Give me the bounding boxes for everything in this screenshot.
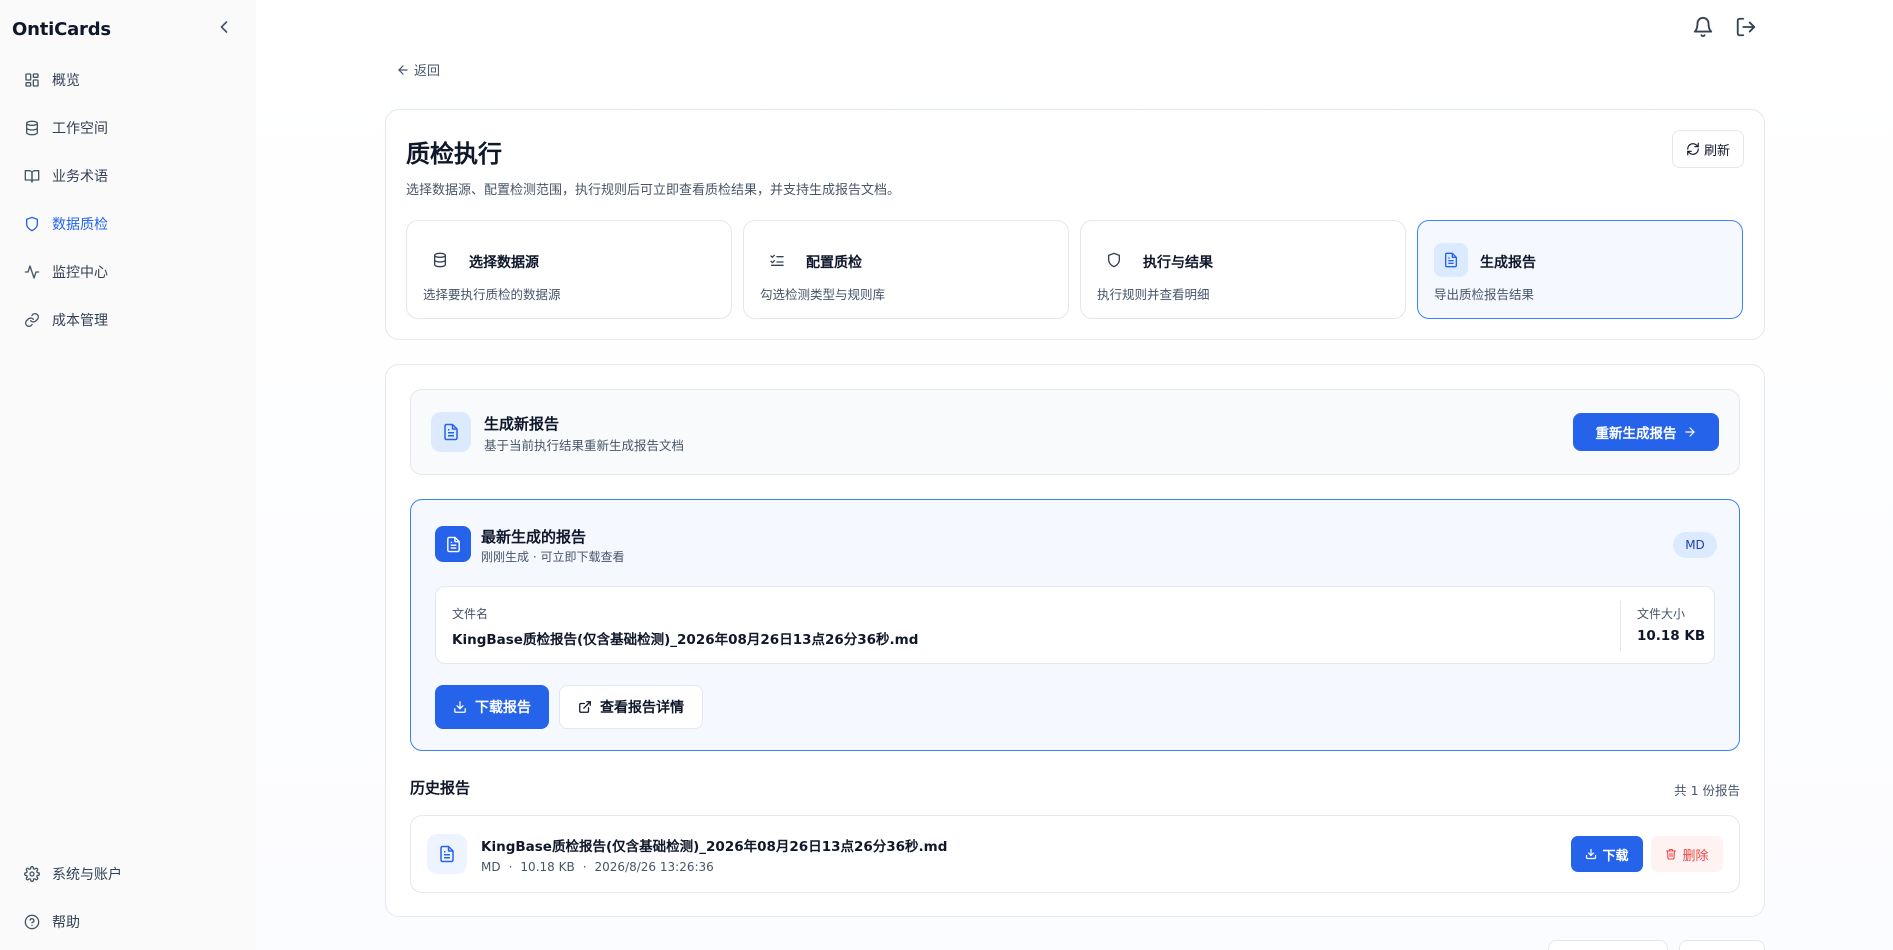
step-title: 选择数据源 [469,255,539,271]
history-time: 2026/8/26 13:26:36 [594,860,714,874]
file-text-icon [427,834,467,874]
step-select-source[interactable]: 选择数据源 选择要执行质检的数据源 [406,220,732,319]
regenerate-report-button[interactable]: 重新生成报告 [1573,413,1719,451]
sidebar-item-glossary[interactable]: 业务术语 [12,156,244,196]
download-report-button[interactable]: 下载报告 [435,685,549,729]
help-icon [24,914,40,930]
footer-button-partial[interactable] [1548,940,1668,950]
step-title: 生成报告 [1480,255,1536,271]
trash-icon [1666,848,1677,860]
sidebar-item-label: 监控中心 [52,265,108,281]
grid-icon [24,72,40,88]
activity-icon [24,264,40,280]
history-delete-label: 删除 [1682,848,1709,864]
history-size: 10.18 KB [520,860,575,874]
page-description: 选择数据源、配置检测范围，执行规则后可立即查看质检结果，并支持生成报告文档。 [406,183,901,198]
step-description: 选择要执行质检的数据源 [423,287,561,302]
history-title: 历史报告 [410,779,471,797]
step-description: 执行规则并查看明细 [1097,287,1210,302]
sidebar-item-overview[interactable]: 概览 [12,60,244,100]
step-generate-report[interactable]: 生成报告 导出质检报告结果 [1417,220,1743,319]
sidebar-item-cost[interactable]: 成本管理 [12,300,244,340]
list-check-icon [760,243,794,277]
brand-logo: OntiCards [12,19,111,40]
history-filename: KingBase质检报告(仅含基础检测)_2026年08月26日13点26分36… [481,839,948,855]
step-title: 配置质检 [806,255,862,271]
sidebar-item-help[interactable]: 帮助 [12,902,244,942]
sidebar-item-label: 工作空间 [52,121,108,137]
divider [1620,601,1621,651]
history-count: 共 1 份报告 [1674,783,1740,798]
link-icon [24,312,40,328]
gear-icon [24,866,40,882]
filename-label: 文件名 [452,607,489,621]
step-execute[interactable]: 执行与结果 执行规则并查看明细 [1080,220,1406,319]
sidebar-item-label: 业务术语 [52,169,108,185]
back-link[interactable]: 返回 [396,60,440,79]
sidebar-item-monitoring[interactable]: 监控中心 [12,252,244,292]
generate-report-panel: 生成新报告 基于当前执行结果重新生成报告文档 重新生成报告 [410,389,1740,475]
page-title: 质检执行 [406,140,502,168]
download-label: 下载报告 [475,700,531,716]
history-delete-button[interactable]: 删除 [1651,836,1723,872]
sidebar-item-label: 帮助 [52,915,80,931]
refresh-label: 刷新 [1703,143,1730,159]
latest-report-subtitle: 刚刚生成 · 可立即下载查看 [481,550,625,564]
format-badge: MD [1673,532,1717,558]
arrow-right-icon [1684,427,1695,437]
history-row: KingBase质检报告(仅含基础检测)_2026年08月26日13点26分36… [410,815,1740,893]
view-report-details-button[interactable]: 查看报告详情 [559,685,703,729]
download-icon [454,701,466,713]
chevron-left-icon[interactable] [214,17,234,37]
sidebar-item-data-quality[interactable]: 数据质检 [12,204,244,244]
filename-value: KingBase质检报告(仅含基础检测)_2026年08月26日13点26分36… [452,632,919,648]
shield-icon [24,216,40,232]
back-label: 返回 [414,64,441,79]
logout-icon[interactable] [1735,16,1757,38]
sidebar-item-label: 系统与账户 [52,867,122,883]
external-link-icon [579,701,591,713]
sidebar-item-label: 概览 [52,73,80,89]
meta-separator: · [582,860,587,874]
history-meta: MD · 10.18 KB · 2026/8/26 13:26:36 [481,860,714,874]
latest-report-panel: 最新生成的报告 刚刚生成 · 可立即下载查看 MD 文件名 KingBase质检… [410,499,1740,751]
filesize-label: 文件大小 [1637,607,1686,621]
sidebar-item-label: 数据质检 [52,217,108,233]
file-text-icon [431,412,471,452]
download-icon [1586,848,1597,860]
report-card: 生成新报告 基于当前执行结果重新生成报告文档 重新生成报告 最新生成的报告 刚刚… [385,364,1765,917]
history-download-label: 下载 [1602,848,1629,864]
bell-icon[interactable] [1692,16,1714,38]
sidebar-item-workspace[interactable]: 工作空间 [12,108,244,148]
regenerate-label: 重新生成报告 [1595,426,1677,442]
file-info-box: 文件名 KingBase质检报告(仅含基础检测)_2026年08月26日13点2… [435,586,1715,664]
latest-report-title: 最新生成的报告 [481,528,587,546]
step-description: 勾选检测类型与规则库 [760,287,886,302]
step-title: 执行与结果 [1143,255,1213,271]
view-details-label: 查看报告详情 [600,700,684,716]
book-icon [24,168,40,184]
generate-title: 生成新报告 [484,415,560,433]
shield-icon [1097,243,1131,277]
file-text-icon [1434,243,1468,277]
sidebar-item-label: 成本管理 [52,313,108,329]
footer-button-partial[interactable] [1679,940,1765,950]
sidebar-item-settings[interactable]: 系统与账户 [12,854,244,894]
refresh-icon [1687,142,1699,156]
refresh-button[interactable]: 刷新 [1672,130,1744,168]
step-configure[interactable]: 配置质检 勾选检测类型与规则库 [743,220,1069,319]
arrow-left-icon [398,64,408,75]
database-icon [423,243,457,277]
meta-separator: · [508,860,513,874]
header-card: 质检执行 选择数据源、配置检测范围，执行规则后可立即查看质检结果，并支持生成报告… [385,109,1765,340]
history-download-button[interactable]: 下载 [1571,836,1643,872]
database-icon [24,120,40,136]
history-format: MD [481,860,501,874]
file-text-icon [435,526,471,562]
filesize-value: 10.18 KB [1637,628,1706,644]
sidebar: OntiCards 概览 工作空间 业务术语 数据质检 监控中心 成本管理 系统… [0,0,256,950]
step-description: 导出质检报告结果 [1434,287,1535,302]
generate-description: 基于当前执行结果重新生成报告文档 [484,438,685,453]
